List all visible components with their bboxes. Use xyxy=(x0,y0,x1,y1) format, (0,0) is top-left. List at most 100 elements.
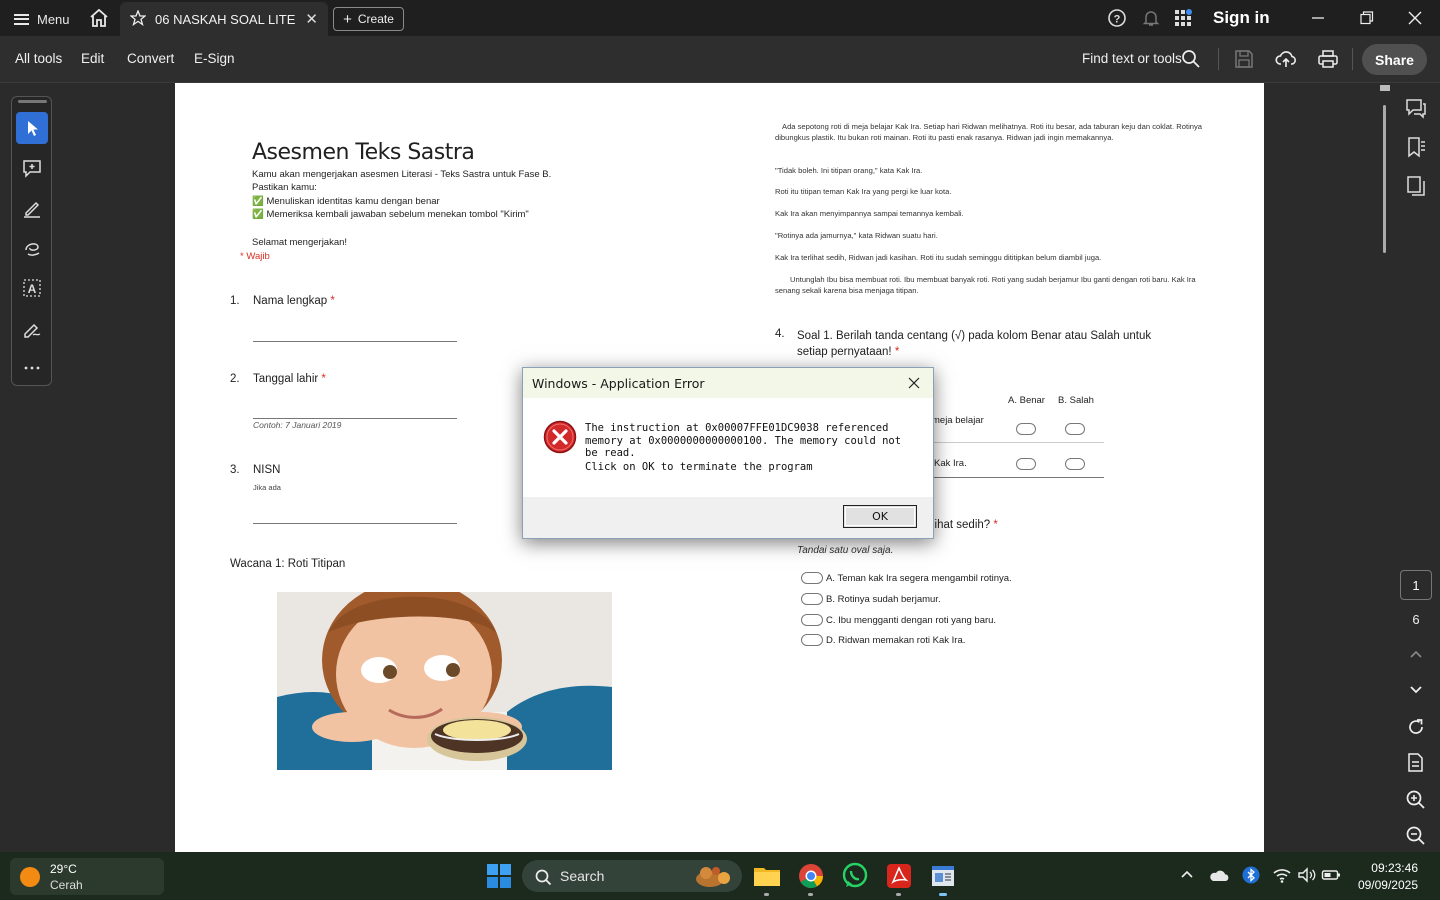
refresh-icon[interactable] xyxy=(1404,715,1428,739)
help-icon[interactable]: ? xyxy=(1107,6,1127,30)
notification-bell-icon[interactable] xyxy=(1141,6,1161,30)
option-label: C. Ibu mengganti dengan roti yang baru. xyxy=(826,615,997,626)
search-icon xyxy=(534,868,552,891)
option-oval[interactable] xyxy=(801,614,823,626)
select-tool-icon[interactable] xyxy=(16,112,48,144)
cloud-upload-icon[interactable] xyxy=(1275,48,1297,70)
story-paragraph: Kak Ira terlihat sedih, Ridwan jadi kasi… xyxy=(775,253,1102,262)
whatsapp-icon[interactable] xyxy=(840,861,870,891)
sun-icon xyxy=(20,867,40,887)
bluetooth-icon[interactable] xyxy=(1242,866,1260,889)
scroll-thumb[interactable] xyxy=(1383,105,1386,253)
dialog-close-icon[interactable] xyxy=(904,374,924,392)
question-number: 4. xyxy=(775,328,785,340)
answer-line[interactable] xyxy=(253,523,457,524)
taskbar-search[interactable]: Search xyxy=(522,860,742,892)
ok-button[interactable]: OK xyxy=(843,505,917,528)
edit-menu[interactable]: Edit xyxy=(81,51,104,66)
question-label: lihat sedih? * xyxy=(932,519,998,531)
radio-benar[interactable] xyxy=(1016,458,1036,470)
clock-time[interactable]: 09:23:46 xyxy=(1350,861,1418,875)
close-window-icon[interactable] xyxy=(1392,4,1438,32)
clock-date[interactable]: 09/09/2025 xyxy=(1350,878,1418,892)
application-error-dialog: Windows - Application Error The instruct… xyxy=(522,367,934,539)
text-box-icon[interactable]: A xyxy=(16,272,48,304)
document-properties-icon[interactable] xyxy=(1404,751,1428,775)
sign-in-button[interactable]: Sign in xyxy=(1213,8,1270,28)
main-toolbar: All tools Edit Convert E-Sign Find text … xyxy=(0,36,1440,83)
share-button[interactable]: Share xyxy=(1362,44,1427,75)
battery-icon[interactable] xyxy=(1321,866,1341,889)
running-indicator xyxy=(808,893,813,896)
close-tab-icon[interactable]: ✕ xyxy=(305,10,318,28)
freehand-draw-icon[interactable] xyxy=(16,232,48,264)
scroll-up-arrow[interactable] xyxy=(1380,85,1390,91)
document-tab[interactable]: 06 NASKAH SOAL LITER... ✕ xyxy=(120,2,328,36)
page-up-icon[interactable] xyxy=(1404,643,1428,667)
zoom-out-icon[interactable] xyxy=(1404,824,1428,848)
option-oval[interactable] xyxy=(801,593,823,605)
print-icon[interactable] xyxy=(1317,48,1339,70)
save-icon[interactable] xyxy=(1233,48,1255,70)
restore-icon[interactable] xyxy=(1344,4,1390,32)
chrome-icon[interactable] xyxy=(796,861,826,896)
radio-benar[interactable] xyxy=(1016,423,1036,435)
star-icon[interactable] xyxy=(129,8,147,29)
error-icon xyxy=(543,420,577,459)
story-paragraph: "Rotinya ada jamurnya," kata Ridwan suat… xyxy=(775,231,938,240)
search-icon[interactable] xyxy=(1180,48,1202,70)
answer-line[interactable] xyxy=(253,341,457,342)
radio-salah[interactable] xyxy=(1065,423,1085,435)
menu-button[interactable]: Menu xyxy=(14,9,70,29)
chevron-up-icon[interactable] xyxy=(1178,866,1196,889)
dialog-body: The instruction at 0x00007FFE01DC9038 re… xyxy=(523,398,933,497)
title-bar: Menu 06 NASKAH SOAL LITER... ✕ + Create … xyxy=(0,0,1440,36)
convert-menu[interactable]: Convert xyxy=(127,51,174,66)
document-app-icon[interactable] xyxy=(928,861,958,896)
option-oval[interactable] xyxy=(801,572,823,584)
pages-icon[interactable] xyxy=(1404,174,1428,198)
current-page-input[interactable]: 1 xyxy=(1400,570,1432,600)
comments-icon[interactable] xyxy=(1404,96,1428,120)
running-indicator xyxy=(764,893,769,896)
more-tools-icon[interactable] xyxy=(16,352,48,384)
volume-icon[interactable] xyxy=(1297,866,1317,889)
weather-temperature: 29°C xyxy=(50,862,77,876)
bookmarks-icon[interactable] xyxy=(1404,135,1428,159)
option-oval[interactable] xyxy=(801,634,823,646)
add-comment-icon[interactable] xyxy=(16,152,48,184)
column-header: A. Benar xyxy=(1008,395,1045,406)
rail-drag-handle[interactable] xyxy=(18,100,47,103)
highlight-pen-icon[interactable] xyxy=(16,192,48,224)
error-instruction: Click on OK to terminate the program xyxy=(585,461,813,473)
answer-line[interactable] xyxy=(253,418,457,419)
windows-taskbar: 29°C Cerah Search 09:23:46 09/09/2025 xyxy=(0,852,1440,900)
vertical-scrollbar[interactable] xyxy=(1380,83,1390,853)
page-down-icon[interactable] xyxy=(1404,677,1428,701)
sign-icon[interactable] xyxy=(16,312,48,344)
required-note: * Wajib xyxy=(240,251,270,262)
dialog-titlebar[interactable]: Windows - Application Error xyxy=(523,368,933,398)
question-number: 2. xyxy=(230,373,240,385)
radio-salah[interactable] xyxy=(1065,458,1085,470)
file-explorer-icon[interactable] xyxy=(752,861,782,896)
tab-title: 06 NASKAH SOAL LITER... xyxy=(155,11,295,27)
weather-condition: Cerah xyxy=(50,878,83,892)
home-icon[interactable] xyxy=(88,8,110,28)
esign-menu[interactable]: E-Sign xyxy=(194,51,235,66)
onedrive-cloud-icon[interactable] xyxy=(1208,866,1230,889)
menu-label: Menu xyxy=(37,11,70,27)
wifi-icon[interactable] xyxy=(1272,866,1292,889)
active-indicator xyxy=(939,893,947,896)
start-icon[interactable] xyxy=(484,861,514,891)
create-button[interactable]: + Create xyxy=(333,7,404,31)
zoom-in-icon[interactable] xyxy=(1404,788,1428,812)
all-tools-menu[interactable]: All tools xyxy=(15,51,62,66)
find-text-button[interactable]: Find text or tools xyxy=(1082,51,1182,66)
boy-with-bread-photo xyxy=(277,592,612,770)
statement-text: Kak Ira. xyxy=(934,458,967,469)
acrobat-icon[interactable] xyxy=(884,861,914,896)
minimize-icon[interactable] xyxy=(1295,4,1341,32)
weather-widget[interactable]: 29°C Cerah xyxy=(10,858,164,895)
apps-grid-icon[interactable] xyxy=(1173,6,1193,30)
